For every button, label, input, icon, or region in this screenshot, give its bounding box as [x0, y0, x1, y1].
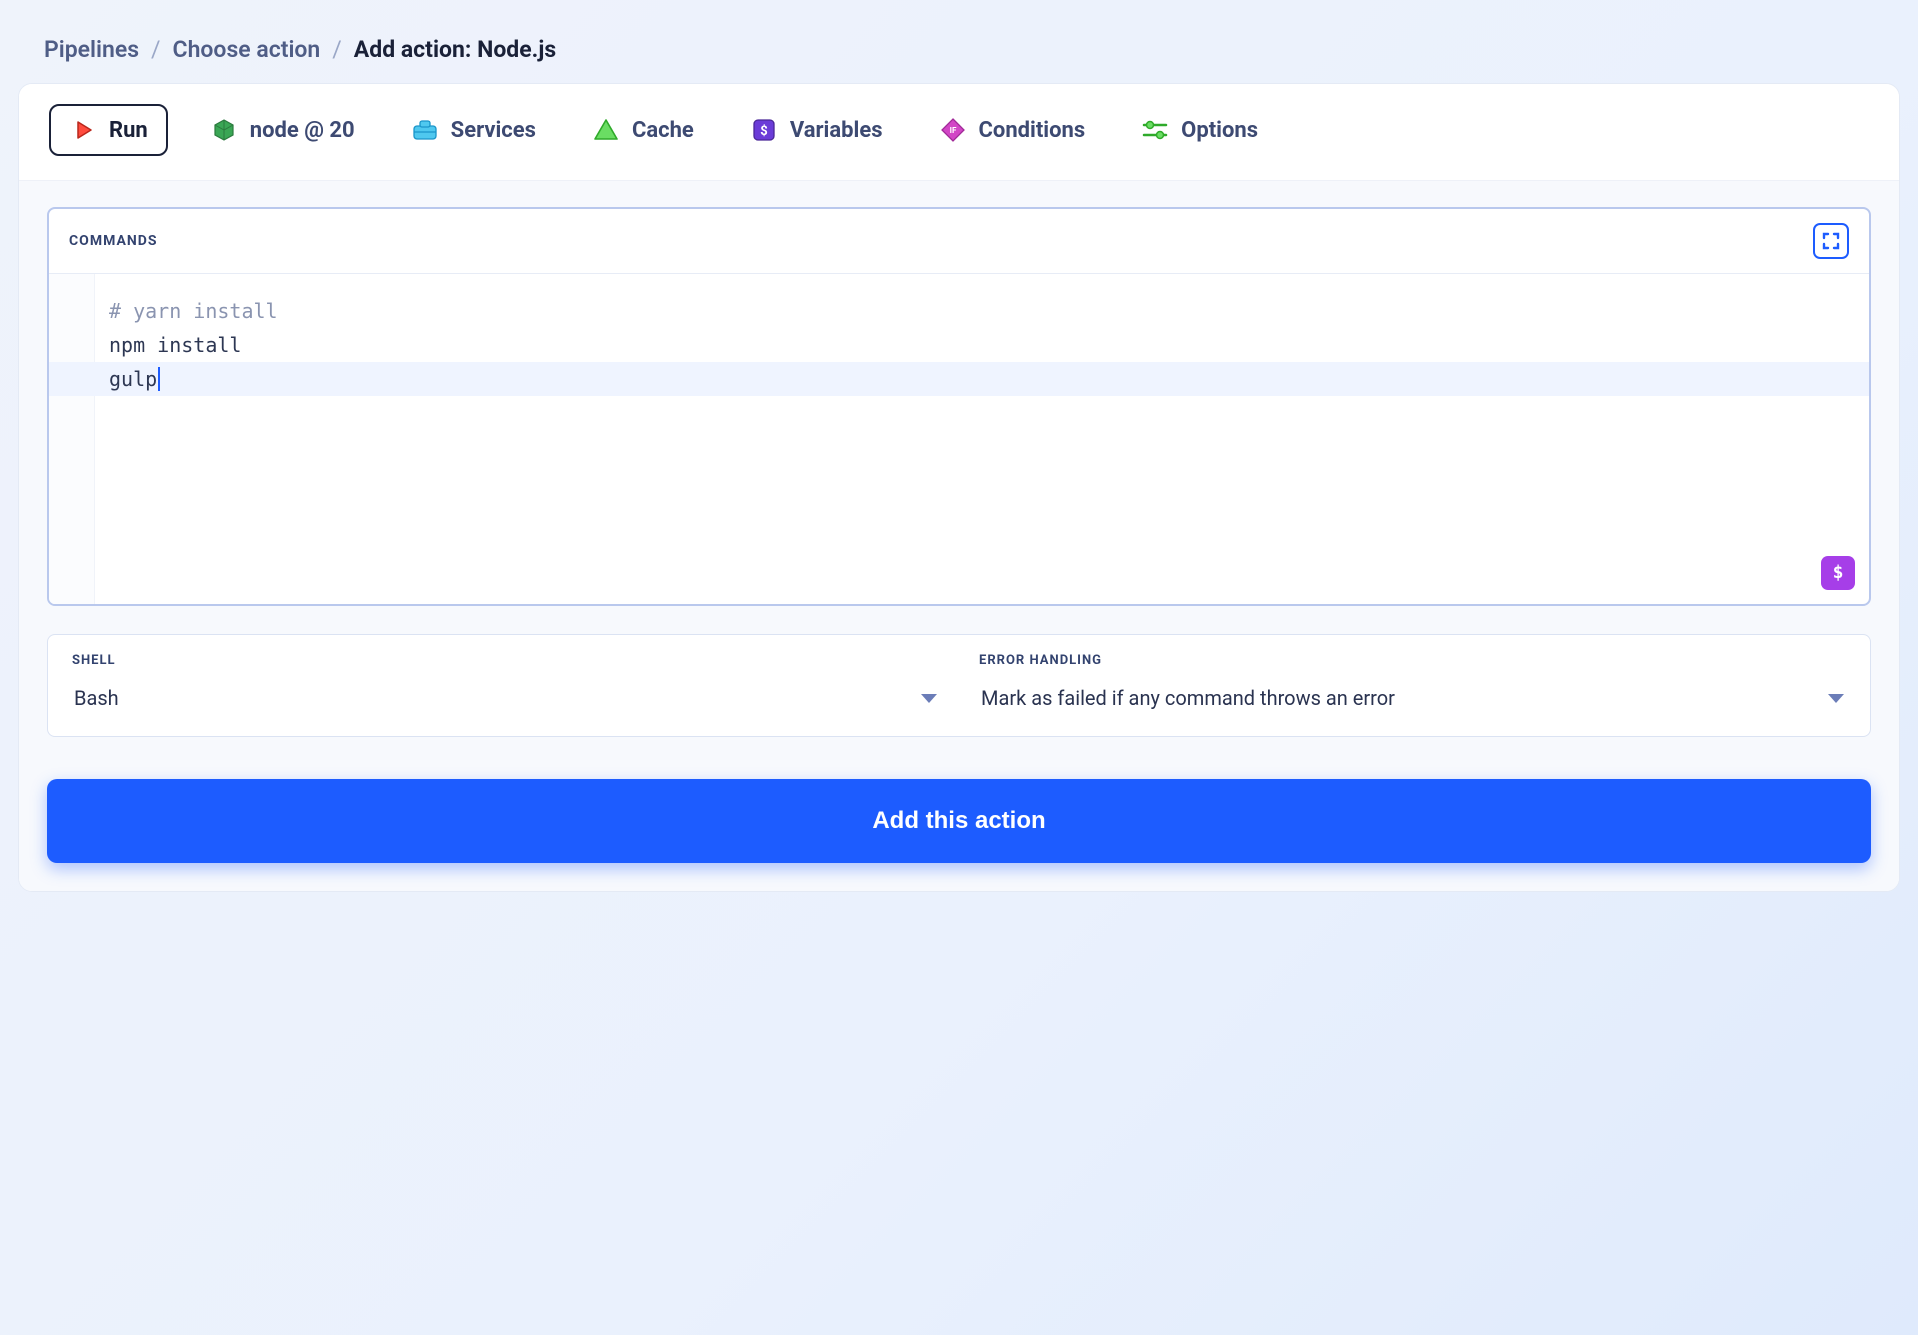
- tab-label: node @ 20: [250, 118, 355, 143]
- svg-text:$: $: [760, 124, 767, 139]
- editor-line-current: gulp: [49, 362, 1869, 396]
- diamond-icon: IF: [939, 116, 967, 144]
- main-card: Run node @ 20: [18, 83, 1900, 892]
- expand-icon: [1821, 231, 1841, 251]
- svg-text:IF: IF: [949, 126, 956, 135]
- add-action-button[interactable]: Add this action: [47, 779, 1871, 863]
- toolbox-icon: [411, 116, 439, 144]
- tab-bar: Run node @ 20: [19, 84, 1899, 181]
- insert-variable-button[interactable]: $: [1821, 556, 1855, 590]
- breadcrumb: Pipelines / Choose action / Add action: …: [18, 18, 1900, 83]
- tab-cache[interactable]: Cache: [578, 106, 708, 154]
- breadcrumb-current: Add action: Node.js: [354, 36, 556, 63]
- tab-services[interactable]: Services: [397, 106, 550, 154]
- tab-conditions[interactable]: IF Conditions: [925, 106, 1100, 154]
- editor-line: npm install: [109, 328, 1849, 362]
- triangle-icon: [592, 116, 620, 144]
- tab-label: Run: [109, 118, 148, 143]
- commands-editor[interactable]: # yarn install npm install gulp $: [49, 274, 1869, 604]
- tab-label: Options: [1181, 118, 1258, 143]
- tab-label: Variables: [790, 118, 883, 143]
- commands-title: Commands: [69, 233, 157, 249]
- breadcrumb-link-choose-action[interactable]: Choose action: [173, 36, 321, 63]
- expand-button[interactable]: [1813, 223, 1849, 259]
- breadcrumb-separator: /: [151, 36, 161, 63]
- tab-variables[interactable]: $ Variables: [736, 106, 897, 154]
- shell-label: Shell: [72, 653, 939, 668]
- content-area: Commands # yarn install npm install gulp…: [19, 181, 1899, 891]
- commands-panel: Commands # yarn install npm install gulp…: [47, 207, 1871, 606]
- tab-label: Services: [451, 118, 536, 143]
- tab-run[interactable]: Run: [49, 104, 168, 156]
- tab-node[interactable]: node @ 20: [196, 106, 369, 154]
- sliders-icon: [1141, 116, 1169, 144]
- play-icon: [69, 116, 97, 144]
- shell-value: Bash: [74, 686, 119, 710]
- chevron-down-icon: [1828, 694, 1844, 703]
- dollar-square-icon: $: [750, 116, 778, 144]
- text-cursor: [158, 367, 160, 391]
- editor-gutter: [49, 274, 95, 604]
- tab-label: Conditions: [979, 118, 1086, 143]
- error-handling-value: Mark as failed if any command throws an …: [981, 686, 1395, 710]
- settings-row: Shell Bash Error Handling Mark as failed…: [47, 634, 1871, 737]
- breadcrumb-separator: /: [332, 36, 342, 63]
- tab-label: Cache: [632, 118, 694, 143]
- shell-select[interactable]: Bash: [72, 682, 939, 714]
- breadcrumb-link-pipelines[interactable]: Pipelines: [44, 36, 139, 63]
- editor-line: # yarn install: [109, 294, 1849, 328]
- cube-icon: [210, 116, 238, 144]
- tab-options[interactable]: Options: [1127, 106, 1272, 154]
- error-handling-label: Error Handling: [979, 653, 1846, 668]
- error-handling-select[interactable]: Mark as failed if any command throws an …: [979, 682, 1846, 714]
- chevron-down-icon: [921, 694, 937, 703]
